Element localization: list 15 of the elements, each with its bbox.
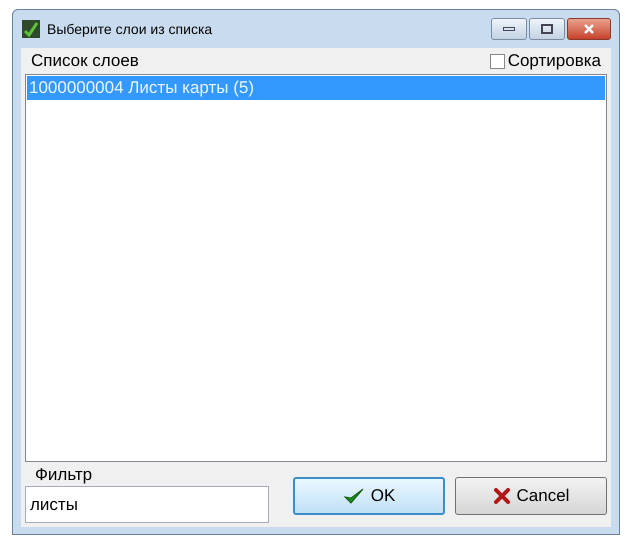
cancel-button[interactable]: Cancel [455,477,607,515]
filter-label: Фильтр [34,464,94,486]
sort-checkbox[interactable] [490,54,505,68]
close-icon [583,23,595,35]
maximize-button[interactable] [529,18,565,40]
check-icon [342,486,365,506]
window-title: Выберите слои из списка [47,20,212,39]
ok-button[interactable]: OK [293,477,445,515]
app-icon [21,19,41,39]
filter-field[interactable]: листы [25,486,269,523]
cross-icon [492,487,511,505]
minimize-button[interactable] [491,18,527,40]
sort-label: Сортировка [508,50,601,72]
list-label: Список слоев [31,50,139,72]
close-button[interactable] [567,18,611,40]
